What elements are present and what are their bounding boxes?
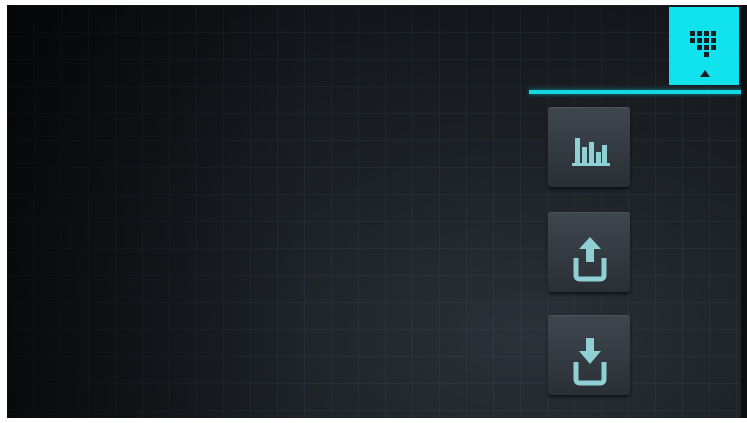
screen — [7, 5, 747, 418]
chart-button[interactable] — [548, 107, 630, 187]
background-shade — [7, 5, 307, 418]
toolbar-accent-line — [529, 90, 747, 94]
download-tray-icon — [573, 338, 607, 386]
upload-button[interactable] — [548, 212, 630, 292]
screen-edge — [741, 5, 747, 418]
bar-chart-icon — [572, 138, 610, 166]
upload-tray-icon — [573, 237, 607, 282]
keypad-icon — [690, 31, 716, 77]
download-button[interactable] — [548, 315, 630, 395]
keypad-menu-button[interactable] — [669, 7, 739, 85]
